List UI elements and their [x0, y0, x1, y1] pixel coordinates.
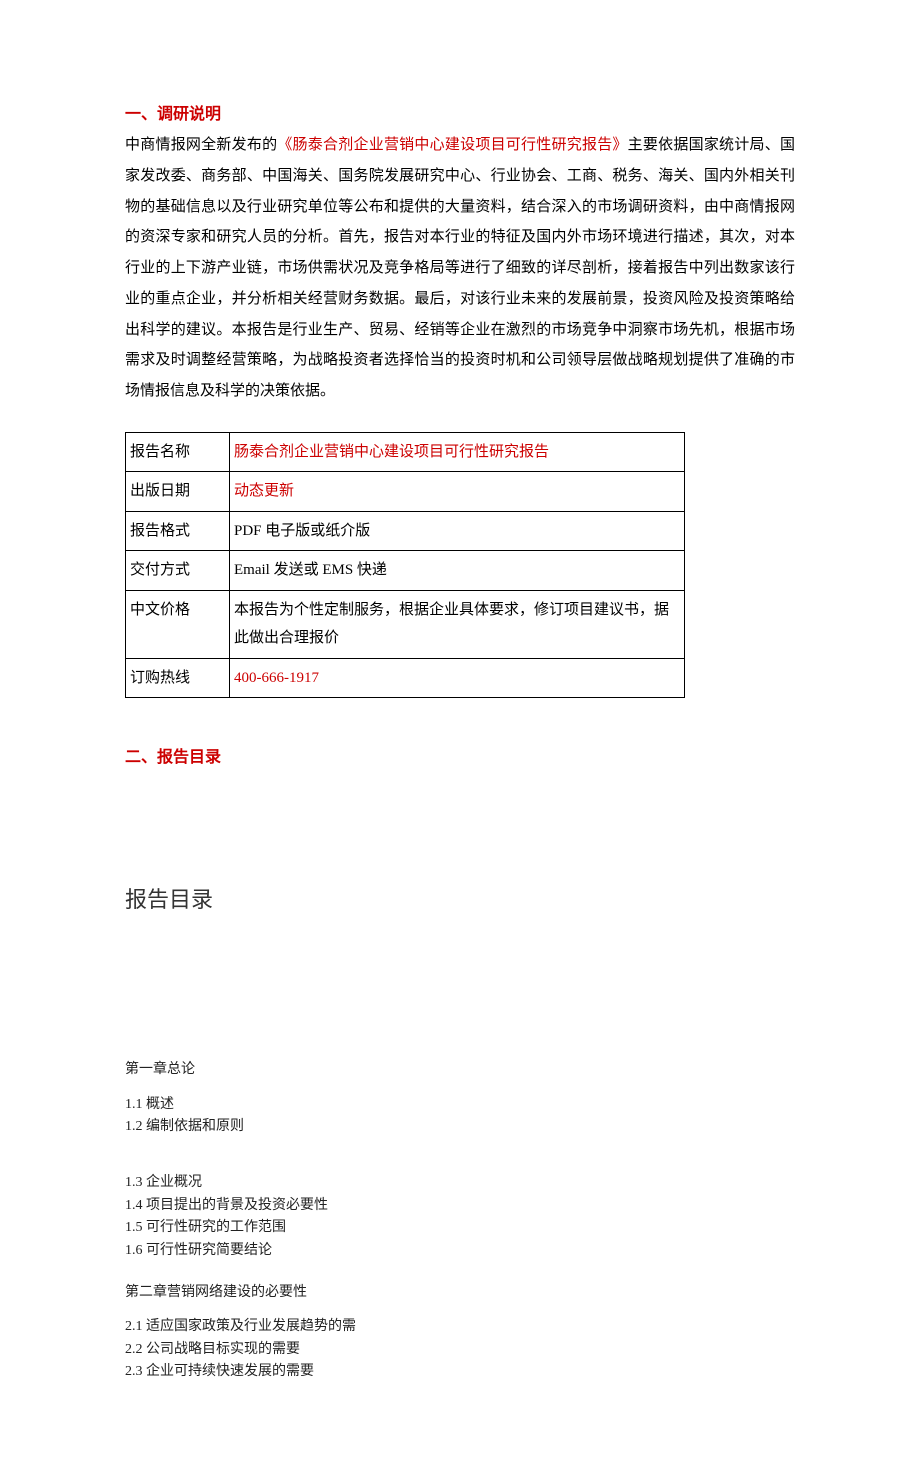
table-row: 出版日期 动态更新 [126, 472, 685, 512]
table-label: 交付方式 [126, 551, 230, 591]
table-value: PDF 电子版或纸介版 [230, 511, 685, 551]
toc-chapter-1-group2: 1.3 企业概况 1.4 项目提出的背景及投资必要性 1.5 可行性研究的工作范… [125, 1172, 795, 1262]
toc-block: 第一章总论 1.1 概述 1.2 编制依据和原则 1.3 企业概况 1.4 项目… [125, 1059, 795, 1383]
table-value: 肠泰合剂企业营销中心建设项目可行性研究报告 [230, 432, 685, 472]
table-row: 交付方式 Email 发送或 EMS 快递 [126, 551, 685, 591]
toc-item: 1.2 编制依据和原则 [125, 1116, 795, 1138]
toc-chapter-1-group1: 1.1 概述 1.2 编制依据和原则 [125, 1094, 795, 1139]
section1-heading: 一、调研说明 [125, 100, 795, 124]
toc-item: 1.1 概述 [125, 1094, 795, 1116]
table-value: 400-666-1917 [230, 658, 685, 698]
toc-item: 2.1 适应国家政策及行业发展趋势的需 [125, 1316, 795, 1338]
toc-chapter-1-title: 第一章总论 [125, 1059, 795, 1081]
table-row: 报告名称 肠泰合剂企业营销中心建设项目可行性研究报告 [126, 432, 685, 472]
table-value: Email 发送或 EMS 快递 [230, 551, 685, 591]
table-label: 报告格式 [126, 511, 230, 551]
toc-item: 1.4 项目提出的背景及投资必要性 [125, 1195, 795, 1217]
section2-heading: 二、报告目录 [125, 743, 795, 767]
table-row: 订购热线 400-666-1917 [126, 658, 685, 698]
toc-chapter-2-title: 第二章营销网络建设的必要性 [125, 1282, 795, 1304]
toc-item: 1.6 可行性研究简要结论 [125, 1240, 795, 1262]
paragraph-red-title: 《肠泰合剂企业营销中心建设项目可行性研究报告》 [277, 137, 627, 153]
section1-paragraph: 中商情报网全新发布的《肠泰合剂企业营销中心建设项目可行性研究报告》主要依据国家统… [125, 130, 795, 407]
paragraph-pre: 中商情报网全新发布的 [125, 137, 277, 153]
toc-item: 2.3 企业可持续快速发展的需要 [125, 1361, 795, 1383]
toc-item: 1.5 可行性研究的工作范围 [125, 1217, 795, 1239]
table-value: 本报告为个性定制服务，根据企业具体要求，修订项目建议书，据此做出合理报价 [230, 590, 685, 658]
paragraph-post: 主要依据国家统计局、国家发改委、商务部、中国海关、国务院发展研究中心、行业协会、… [125, 137, 795, 399]
toc-item: 2.2 公司战略目标实现的需要 [125, 1339, 795, 1361]
table-label: 出版日期 [126, 472, 230, 512]
table-label: 中文价格 [126, 590, 230, 658]
table-row: 报告格式 PDF 电子版或纸介版 [126, 511, 685, 551]
table-row: 中文价格 本报告为个性定制服务，根据企业具体要求，修订项目建议书，据此做出合理报… [126, 590, 685, 658]
report-info-table: 报告名称 肠泰合剂企业营销中心建设项目可行性研究报告 出版日期 动态更新 报告格… [125, 432, 685, 699]
table-label: 订购热线 [126, 658, 230, 698]
table-label: 报告名称 [126, 432, 230, 472]
table-value: 动态更新 [230, 472, 685, 512]
toc-chapter-2-items: 2.1 适应国家政策及行业发展趋势的需 2.2 公司战略目标实现的需要 2.3 … [125, 1316, 795, 1383]
toc-item: 1.3 企业概况 [125, 1172, 795, 1194]
report-toc-title: 报告目录 [125, 882, 795, 914]
